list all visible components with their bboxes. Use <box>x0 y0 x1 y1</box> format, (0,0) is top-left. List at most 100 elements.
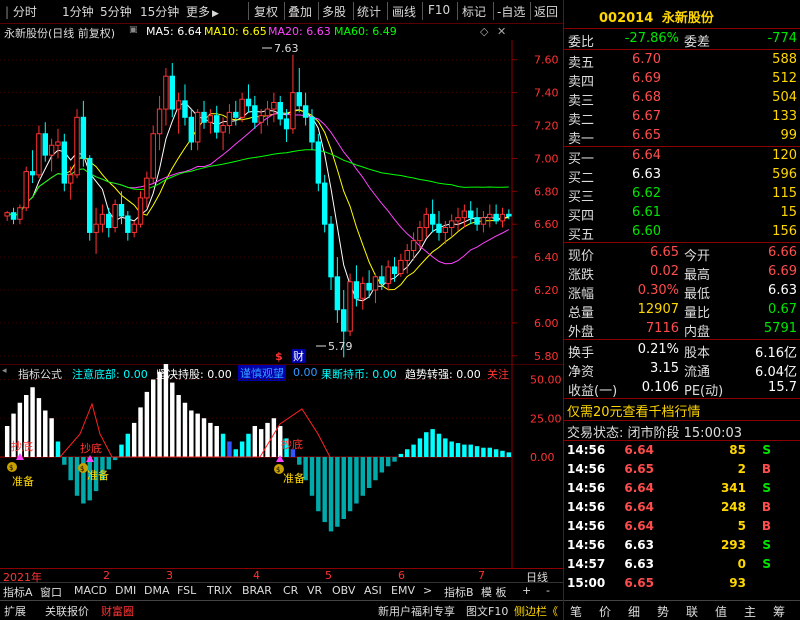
candle[interactable] <box>61 133 68 192</box>
tab-remove[interactable]: - <box>546 584 550 597</box>
quote-tab-3[interactable]: 势 <box>657 603 669 620</box>
candle[interactable] <box>36 125 42 179</box>
finance-marker-icon[interactable]: 财 <box>293 349 304 363</box>
sell-row: 卖四 6.69 512 <box>564 70 800 90</box>
quote-tab-1[interactable]: 价 <box>599 603 611 620</box>
tab-macd[interactable]: MACD <box>74 584 107 597</box>
candle[interactable] <box>150 125 156 184</box>
weibi-row: 委比 -27.86% 委差 -774 <box>564 30 800 50</box>
indicator-bar <box>316 457 321 512</box>
sidebar-toggle-button[interactable]: 侧边栏《 <box>514 603 558 619</box>
candle-body <box>4 212 10 217</box>
tab-indicator-b[interactable]: 指标B <box>444 584 474 600</box>
candle[interactable] <box>347 273 353 337</box>
indicator-tick-label: 25.00 <box>530 412 562 425</box>
candle[interactable] <box>315 133 322 192</box>
quote-tab-4[interactable]: 联 <box>686 603 698 620</box>
candlestick-chart[interactable]: 7.60 7.40 7.20 7.00 6.80 6.60 6.40 6.20 6.00 5.80… <box>0 40 563 364</box>
tab-dmi[interactable]: DMI <box>115 584 136 597</box>
mark-button[interactable]: 标记 <box>462 3 486 20</box>
quote-tab-7[interactable]: 筹 <box>773 603 785 620</box>
indicator-bar <box>252 426 258 457</box>
stat-label: 股本 <box>684 346 711 361</box>
wealth-circle-button[interactable]: 财富圈 <box>101 603 134 619</box>
candle-body <box>271 101 277 110</box>
indicator-bar <box>55 441 61 457</box>
close-icon[interactable]: ✕ <box>497 25 506 38</box>
tab-dma[interactable]: DMA <box>144 584 170 597</box>
quote-tab-2[interactable]: 细 <box>628 603 640 620</box>
tab-window[interactable]: 窗口 <box>40 584 62 600</box>
tab-indicator-a[interactable]: 指标A <box>3 584 33 600</box>
quote-tab-5[interactable]: 值 <box>715 603 727 620</box>
back-button[interactable]: 返回 <box>534 3 558 20</box>
diamond-icon[interactable]: ◇ <box>480 25 488 38</box>
indicator-bar <box>481 447 486 457</box>
settings-toggle-icon[interactable]: ▣ <box>129 25 138 35</box>
candle[interactable] <box>112 199 118 233</box>
indicator-bar <box>398 453 404 457</box>
trade-price: 6.65 <box>624 576 654 590</box>
candle-body <box>385 266 391 284</box>
candle-body <box>353 281 360 299</box>
candle-body <box>302 105 309 118</box>
period-tab-1[interactable]: | 分时 <box>5 3 37 20</box>
tab-template[interactable]: 模 板 <box>481 584 507 600</box>
tab-more[interactable]: 更多 ▶ <box>186 3 219 20</box>
candle-body <box>23 171 29 209</box>
indicator-bar <box>297 457 302 465</box>
tab-fenshi[interactable]: 分时 <box>13 5 37 19</box>
f10-button[interactable]: F10 <box>428 3 450 17</box>
tab-1min[interactable]: 1分钟 <box>62 3 94 20</box>
tab-5min[interactable]: 5分钟 <box>100 3 132 20</box>
candle[interactable] <box>23 166 29 212</box>
bottom-bar: 扩展 关联报价 财富圈 新用户福利专享 图文F10 侧边栏《 <box>0 600 563 620</box>
fuquan-button[interactable]: 复权 <box>254 3 278 20</box>
sell-row: 卖二 6.67 133 <box>564 108 800 128</box>
tab-fsl[interactable]: FSL <box>177 584 196 597</box>
draw-line-button[interactable]: 画线 <box>392 3 416 20</box>
trade-price: 6.64 <box>624 500 654 514</box>
statistics-button[interactable]: 统计 <box>357 3 381 20</box>
candle[interactable] <box>321 174 328 233</box>
sell-row: 卖一 6.65 99 <box>564 127 800 147</box>
tab-vr[interactable]: VR <box>307 584 322 597</box>
candle[interactable] <box>87 155 93 241</box>
candle-body <box>87 157 93 233</box>
indicator-bar <box>62 457 67 465</box>
indicator-tick-label: 0.00 <box>530 451 555 464</box>
buy-volume: 115 <box>772 186 797 201</box>
tab-trix[interactable]: TRIX <box>207 584 232 597</box>
stock-header: 002014 永新股份 <box>599 7 714 26</box>
tab-next[interactable]: > <box>423 584 432 597</box>
zhunbei-tag-2: 准备 <box>87 468 109 482</box>
quote-tab-6[interactable]: 主 <box>744 603 756 620</box>
ma60-label: MA60: 6.49 <box>334 25 397 38</box>
candle[interactable] <box>74 109 80 179</box>
level2-promo[interactable]: 仅需20元查看千档行情 <box>567 401 701 420</box>
tab-cr[interactable]: CR <box>283 584 298 597</box>
stock-name: 永新股份 <box>661 11 714 26</box>
tab-asi[interactable]: ASI <box>364 584 382 597</box>
expand-button[interactable]: 扩展 <box>4 603 26 619</box>
related-quote-button[interactable]: 关联报价 <box>45 603 89 619</box>
price-tick-label: 7.60 <box>534 54 559 67</box>
stat-value: 6.69 <box>768 264 797 279</box>
dividend-marker-icon[interactable]: $ <box>275 350 283 363</box>
remove-watchlist-button[interactable]: -自选 <box>497 3 525 20</box>
f10-graphic-button[interactable]: 图文F10 <box>466 603 508 619</box>
tab-add[interactable]: + <box>522 584 531 597</box>
new-user-promo[interactable]: 新用户福利专享 <box>378 603 455 619</box>
tab-brar[interactable]: BRAR <box>242 584 272 597</box>
quote-tab-0[interactable]: 笔 <box>570 603 582 620</box>
candle-body <box>309 116 315 143</box>
tab-obv[interactable]: OBV <box>332 584 355 597</box>
indicator-chart[interactable]: 50.00 25.00 0.00 抄底 $ 准备 抄底 $ 准备 抄底 $ 准备 <box>0 364 563 568</box>
indicator-bar <box>49 418 54 457</box>
price-tick-label: 7.40 <box>534 87 559 100</box>
overlay-button[interactable]: 叠加 <box>288 3 312 20</box>
candle-body <box>144 177 150 199</box>
tab-15min[interactable]: 15分钟 <box>140 3 179 20</box>
multi-stock-button[interactable]: 多股 <box>322 3 346 20</box>
tab-emv[interactable]: EMV <box>391 584 415 597</box>
